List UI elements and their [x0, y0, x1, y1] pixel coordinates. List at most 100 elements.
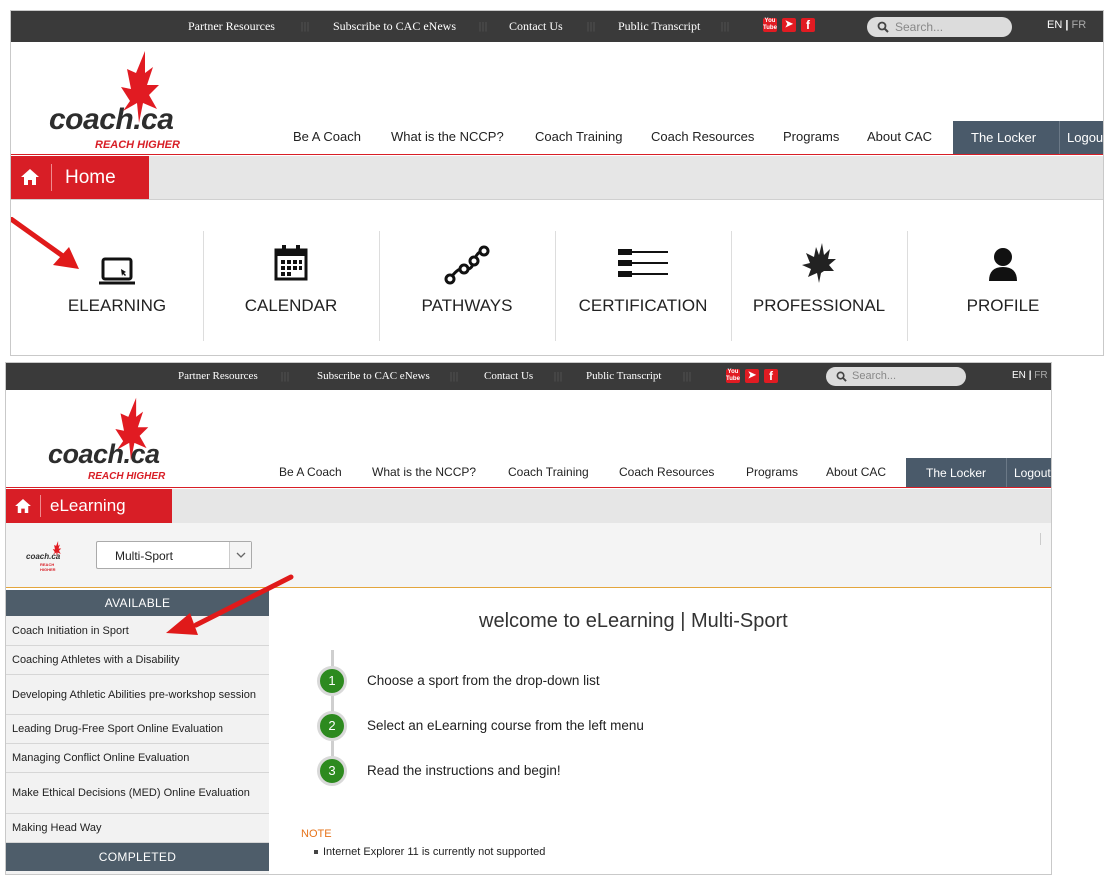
lang-separator: |	[1028, 370, 1032, 381]
nav-red-rule	[6, 487, 1051, 488]
coach-ca-logo[interactable]: coach.ca REACH HIGHER	[48, 397, 178, 487]
lang-en[interactable]: EN	[1012, 370, 1026, 381]
nav-about-cac[interactable]: About CAC	[867, 129, 932, 144]
sport-filter-bar: coach.ca REACH HIGHER Multi-Sport	[6, 523, 1051, 588]
coach-ca-logo[interactable]: coach.ca REACH HIGHER	[49, 51, 189, 155]
tile-label: PATHWAYS	[421, 296, 513, 315]
partner-resources-link[interactable]: Partner Resources	[188, 19, 275, 34]
separator: |||	[281, 371, 291, 382]
facebook-icon[interactable]: f	[801, 18, 815, 32]
note-item: Internet Explorer 11 is currently not su…	[314, 846, 545, 858]
professional-icon	[802, 243, 836, 283]
mini-logo: coach.ca REACH HIGHER	[26, 541, 70, 572]
subscribe-link[interactable]: Subscribe to CAC eNews	[333, 19, 456, 34]
page-title: Home	[65, 167, 116, 188]
sport-select-value: Multi-Sport	[115, 549, 174, 563]
tile-elearning[interactable]: ELEARNING	[29, 231, 205, 341]
course-item-head-way[interactable]: Making Head Way	[6, 814, 269, 843]
twitter-icon[interactable]: ➤	[782, 18, 796, 32]
home-icon[interactable]	[21, 169, 39, 185]
language-switch: EN | FR	[1047, 19, 1086, 31]
tile-certification[interactable]: CERTIFICATION	[555, 231, 731, 341]
subscribe-link[interactable]: Subscribe to CAC eNews	[317, 370, 430, 382]
step-number: 1	[317, 666, 347, 696]
search-input[interactable]: Search...	[867, 17, 1012, 37]
search-placeholder: Search...	[852, 370, 897, 382]
nav-about-cac[interactable]: About CAC	[826, 465, 886, 479]
mini-logo-tagline: REACH HIGHER	[40, 562, 56, 572]
course-item-drug-free-sport[interactable]: Leading Drug-Free Sport Online Evaluatio…	[6, 715, 269, 744]
lang-separator: |	[1065, 19, 1069, 31]
locker-bar: The Locker Logout	[906, 458, 1051, 487]
welcome-panel: welcome to eLearning | Multi-Sport 1 Cho…	[269, 590, 1051, 874]
pathways-icon	[444, 245, 490, 285]
tile-label: ELEARNING	[67, 296, 167, 315]
youtube-icon[interactable]: You Tube	[726, 369, 740, 383]
nav-the-locker[interactable]: The Locker	[926, 466, 986, 480]
nav-programs[interactable]: Programs	[746, 465, 798, 479]
lang-fr[interactable]: FR	[1034, 370, 1047, 381]
logo-wordmark: coach.ca	[48, 439, 160, 469]
public-transcript-link[interactable]: Public Transcript	[586, 370, 661, 382]
nav-what-is-nccp[interactable]: What is the NCCP?	[372, 465, 476, 479]
tile-label: CALENDAR	[244, 296, 338, 315]
divider	[11, 199, 1103, 200]
tile-professional[interactable]: PROFESSIONAL	[731, 231, 907, 341]
breadcrumb-bar: Home	[11, 156, 1103, 199]
sport-select[interactable]: Multi-Sport	[96, 541, 252, 569]
contact-us-link[interactable]: Contact Us	[509, 19, 563, 34]
tile-calendar[interactable]: CALENDAR	[203, 231, 379, 341]
logo-tagline: REACH HIGHER	[95, 139, 180, 151]
nav-coach-resources[interactable]: Coach Resources	[651, 129, 754, 144]
step-text: Select an eLearning course from the left…	[367, 718, 644, 733]
course-item-athletes-disability[interactable]: Coaching Athletes with a Disability	[6, 646, 269, 675]
nav-what-is-nccp[interactable]: What is the NCCP?	[391, 129, 504, 144]
separator: |||	[450, 371, 460, 382]
contact-us-link[interactable]: Contact Us	[484, 370, 533, 382]
course-item-developing-athletic[interactable]: Developing Athletic Abilities pre-worksh…	[6, 675, 269, 715]
facebook-icon[interactable]: f	[764, 369, 778, 383]
nav-logout[interactable]: Logout	[1067, 130, 1103, 145]
locker-divider	[1006, 458, 1007, 487]
completed-header: COMPLETED	[6, 843, 269, 871]
partner-resources-link[interactable]: Partner Resources	[178, 370, 258, 382]
course-item-coach-initiation[interactable]: Coach Initiation in Sport	[6, 616, 269, 646]
separator: |||	[721, 21, 731, 32]
breadcrumb-divider	[51, 164, 52, 191]
separator: |||	[587, 21, 597, 32]
search-input[interactable]: Search...	[826, 367, 966, 386]
step-text: Read the instructions and begin!	[367, 763, 561, 778]
separator: |||	[554, 371, 564, 382]
breadcrumb-bar: eLearning	[6, 489, 1051, 523]
nav-programs[interactable]: Programs	[783, 129, 839, 144]
note-text: Internet Explorer 11 is currently not su…	[323, 846, 546, 858]
separator: |||	[479, 21, 489, 32]
nav-logout[interactable]: Logout	[1014, 466, 1051, 480]
twitter-icon[interactable]: ➤	[745, 369, 759, 383]
home-icon[interactable]	[15, 499, 31, 513]
nav-coach-resources[interactable]: Coach Resources	[619, 465, 714, 479]
tile-pathways[interactable]: PATHWAYS	[379, 231, 555, 341]
lang-fr[interactable]: FR	[1071, 19, 1086, 31]
user-icon	[989, 248, 1017, 281]
nav-the-locker[interactable]: The Locker	[971, 130, 1036, 145]
nav-coach-training[interactable]: Coach Training	[508, 465, 589, 479]
tile-label: PROFESSIONAL	[752, 296, 886, 315]
mini-logo-word: coach.ca	[26, 552, 61, 561]
public-transcript-link[interactable]: Public Transcript	[618, 19, 700, 34]
nav-red-rule	[11, 154, 1103, 155]
search-icon	[836, 371, 847, 382]
logo-wordmark: coach.ca	[49, 103, 174, 136]
youtube-icon[interactable]: You Tube	[763, 18, 777, 32]
nav-coach-training[interactable]: Coach Training	[535, 129, 622, 144]
nav-be-a-coach[interactable]: Be A Coach	[293, 129, 361, 144]
step-number: 3	[317, 756, 347, 786]
lang-en[interactable]: EN	[1047, 19, 1062, 31]
tile-profile[interactable]: PROFILE	[907, 231, 1099, 341]
step-text: Choose a sport from the drop-down list	[367, 673, 600, 688]
course-item-ethical-decisions[interactable]: Make Ethical Decisions (MED) Online Eval…	[6, 773, 269, 814]
nav-be-a-coach[interactable]: Be A Coach	[279, 465, 342, 479]
divider	[1040, 533, 1041, 545]
course-item-managing-conflict[interactable]: Managing Conflict Online Evaluation	[6, 744, 269, 773]
breadcrumb: Home	[11, 156, 149, 199]
